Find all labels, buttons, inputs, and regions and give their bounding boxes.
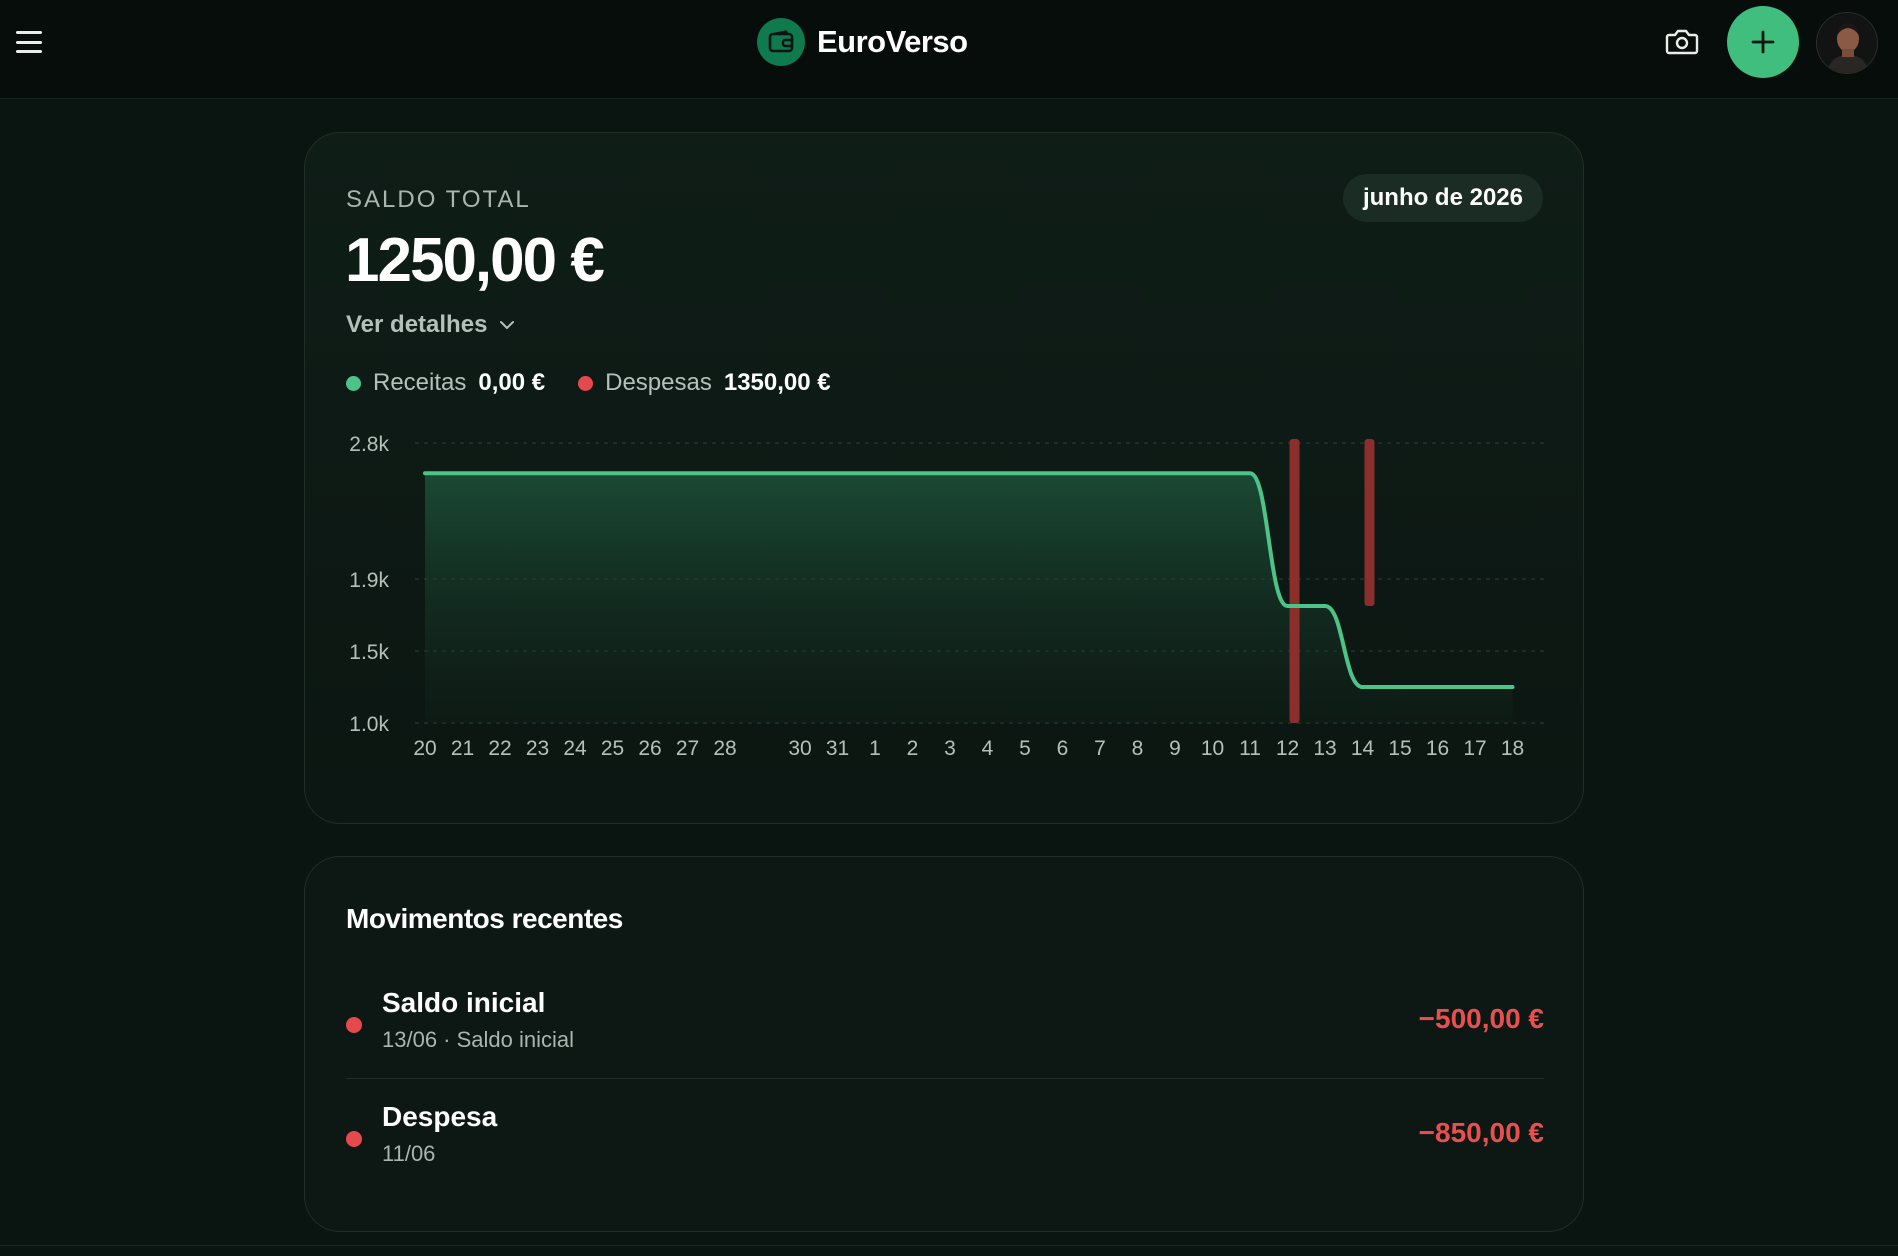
expense-bar [1289, 439, 1300, 723]
bottom-divider [0, 1245, 1898, 1246]
wallet-icon [757, 18, 805, 66]
x-tick-label: 13 [1313, 737, 1336, 760]
x-tick-label: 22 [488, 737, 511, 760]
x-tick-label: 16 [1426, 737, 1449, 760]
top-bar: EuroVerso [0, 0, 1898, 99]
movement-subtitle: 11/06 [382, 1141, 436, 1166]
x-tick-label: 23 [526, 737, 549, 760]
brand[interactable]: EuroVerso [757, 18, 968, 66]
expense-dot [346, 1131, 362, 1147]
x-tick-label: 2 [907, 737, 919, 760]
plus-icon [1751, 30, 1775, 54]
x-tick-label: 25 [601, 737, 624, 760]
movement-title: Saldo inicial [382, 987, 546, 1018]
x-tick-label: 12 [1276, 737, 1299, 760]
x-tick-label: 24 [563, 737, 587, 760]
camera-icon[interactable] [1664, 26, 1700, 58]
x-tick-label: 9 [1169, 737, 1181, 760]
x-tick-label: 1 [869, 737, 881, 760]
y-tick-label: 1.9k [349, 569, 389, 592]
x-tick-label: 7 [1094, 737, 1106, 760]
movement-row[interactable]: Saldo inicial 13/06 · Saldo inicial −500… [346, 973, 1544, 1079]
hamburger-menu-icon[interactable] [14, 28, 44, 56]
movements-title: Movimentos recentes [346, 903, 623, 934]
menu-line [16, 50, 42, 53]
balance-area [425, 473, 1513, 723]
x-tick-label: 14 [1351, 737, 1375, 760]
x-tick-label: 11 [1239, 737, 1261, 760]
x-tick-label: 10 [1201, 737, 1224, 760]
y-tick-label: 1.5k [349, 641, 389, 664]
x-tick-label: 5 [1019, 737, 1031, 760]
x-tick-label: 6 [1057, 737, 1069, 760]
movement-subtitle: 13/06 · Saldo inicial [382, 1027, 575, 1052]
balance-chart: 2.8k1.9k1.5k1.0k 20 21 22 23 24 25 26 27 28 30 31 1… [349, 433, 1545, 760]
x-tick-label: 17 [1463, 737, 1486, 760]
user-avatar[interactable] [1816, 12, 1878, 74]
x-tick-label: 30 [788, 737, 811, 760]
x-tick-label: 15 [1388, 737, 1411, 760]
add-transaction-button[interactable] [1727, 6, 1799, 78]
x-tick-label: 20 [413, 737, 436, 760]
recent-movements-card: Movimentos recentes Saldo inicial 13/06 … [304, 856, 1584, 1232]
x-tick-label: 4 [982, 737, 994, 760]
movement-amount: −850,00 € [1418, 1117, 1544, 1148]
menu-line [16, 31, 42, 34]
movement-amount: −500,00 € [1418, 1003, 1544, 1034]
y-tick-label: 1.0k [349, 713, 389, 736]
x-tick-label: 8 [1132, 737, 1144, 760]
x-tick-label: 31 [826, 737, 849, 760]
expense-bar [1364, 439, 1375, 606]
expense-dot [346, 1017, 362, 1033]
x-tick-label: 26 [638, 737, 661, 760]
x-tick-label: 21 [451, 737, 474, 760]
x-tick-label: 18 [1501, 737, 1524, 760]
x-tick-label: 3 [944, 737, 956, 760]
movement-row[interactable]: Despesa 11/06 −850,00 € [346, 1087, 1544, 1193]
y-tick-label: 2.8k [349, 433, 389, 456]
x-tick-label: 27 [676, 737, 699, 760]
balance-card: SALDO TOTAL 1250,00 € junho de 2026 Ver … [304, 132, 1584, 824]
menu-line [16, 40, 42, 44]
x-tick-label: 28 [713, 737, 736, 760]
movement-title: Despesa [382, 1101, 498, 1132]
app-name: EuroVerso [817, 24, 968, 59]
